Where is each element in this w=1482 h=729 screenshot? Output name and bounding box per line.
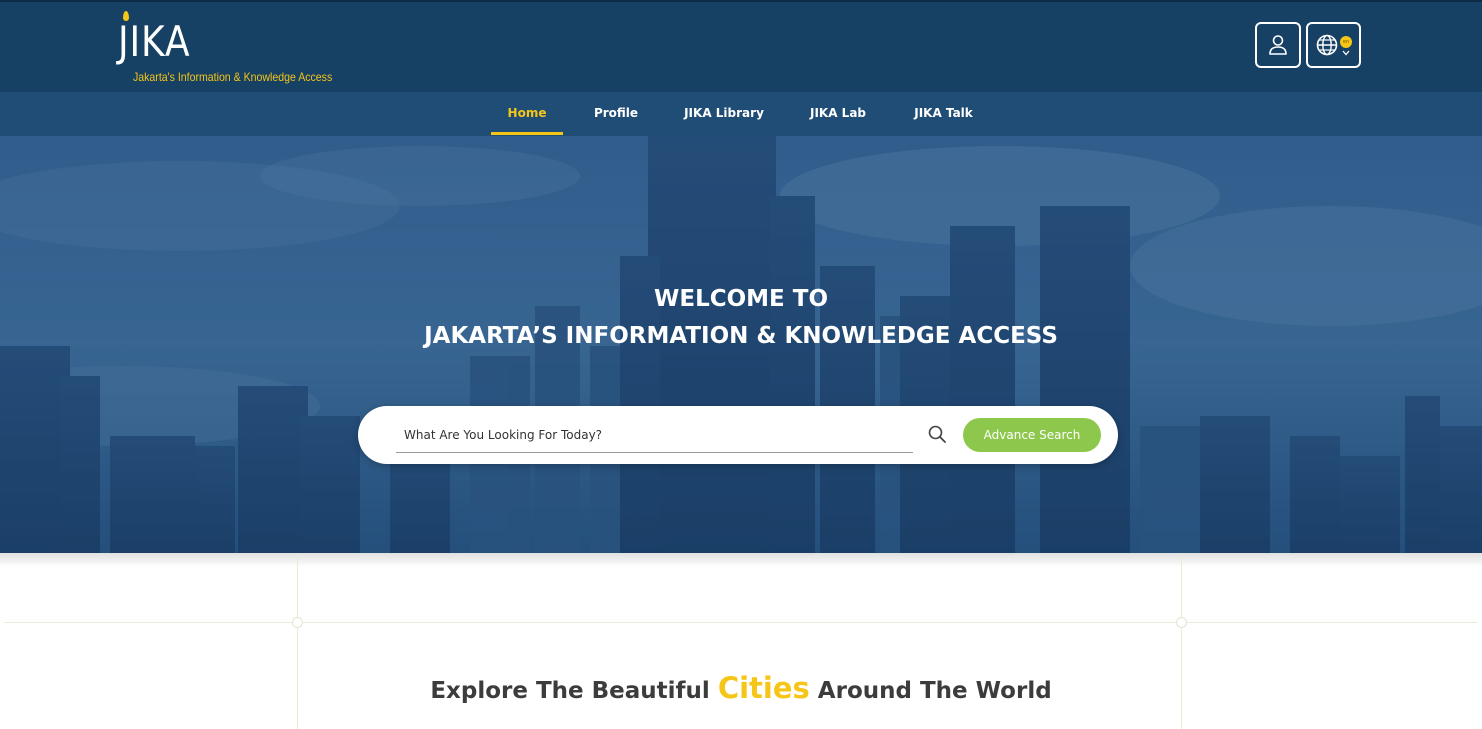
globe-icon [1316, 34, 1338, 56]
hero-title-line2: JAKARTA’S INFORMATION & KNOWLEDGE ACCESS [424, 323, 1058, 349]
site-header: JIKA Jakarta's Information & Knowledge A… [0, 0, 1482, 92]
main-nav: Home Profile JIKA Library JIKA Lab JIKA … [0, 92, 1482, 136]
nav-item-home[interactable]: Home [491, 92, 563, 136]
search-bar: Advance Search [358, 406, 1118, 464]
language-badge: en [1340, 36, 1352, 48]
nav-item-jika-library[interactable]: JIKA Library [678, 92, 770, 136]
explore-heading-highlight: Cities [717, 671, 810, 705]
logo-wordmark: JIKA [118, 17, 191, 66]
nav-item-jika-talk[interactable]: JIKA Talk [906, 92, 981, 136]
hero-banner: WELCOME TO JAKARTA’S INFORMATION & KNOWL… [0, 136, 1482, 553]
nav-item-jika-lab[interactable]: JIKA Lab [804, 92, 872, 136]
explore-heading-before: Explore The Beautiful [430, 678, 710, 704]
user-icon [1269, 35, 1287, 55]
decorative-node [292, 617, 303, 628]
jika-logo[interactable]: JIKA Jakarta's Information & Knowledge A… [118, 10, 358, 86]
decorative-line [303, 622, 1176, 623]
explore-section: Explore The Beautiful Cities Around The … [0, 553, 1482, 729]
search-icon[interactable] [928, 425, 946, 443]
nav-item-profile[interactable]: Profile [588, 92, 644, 136]
user-account-button[interactable] [1255, 22, 1301, 68]
logo-tagline: Jakarta's Information & Knowledge Access [133, 70, 333, 84]
hero-title-line1: WELCOME TO [653, 286, 829, 312]
search-input[interactable] [396, 418, 913, 453]
explore-heading: Explore The Beautiful Cities Around The … [0, 671, 1482, 705]
decorative-line [1187, 622, 1477, 623]
language-selector-button[interactable]: en [1306, 22, 1361, 68]
chevron-down-icon [1342, 50, 1350, 56]
decorative-node [1176, 617, 1187, 628]
explore-heading-after: Around The World [817, 678, 1052, 704]
advance-search-button[interactable]: Advance Search [963, 418, 1101, 452]
decorative-line [4, 622, 292, 623]
